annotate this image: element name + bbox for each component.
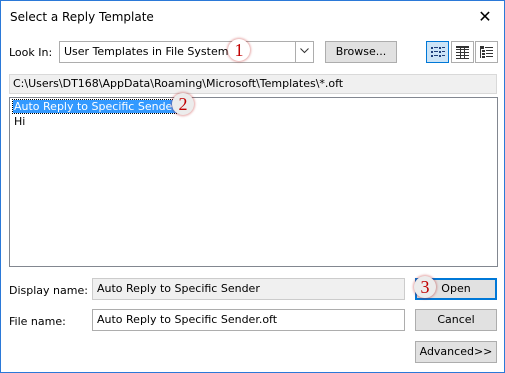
properties-view-icon[interactable] — [475, 41, 498, 63]
advanced-button[interactable]: Advanced>> — [415, 341, 497, 363]
cancel-button[interactable]: Cancel — [415, 309, 497, 331]
display-name-field: Auto Reply to Specific Sender — [92, 278, 405, 300]
folder-path-bar: C:\Users\DT168\AppData\Roaming\Microsoft… — [9, 74, 497, 94]
close-icon[interactable]: ✕ — [471, 5, 499, 29]
folder-path-text: C:\Users\DT168\AppData\Roaming\Microsoft… — [13, 77, 344, 90]
template-file-list[interactable]: Auto Reply to Specific Sender Hi — [9, 97, 498, 267]
list-item[interactable]: Auto Reply to Specific Sender — [12, 99, 179, 114]
look-in-label: Look In: — [9, 46, 53, 59]
list-item[interactable]: Hi — [13, 115, 26, 128]
callout-badge-1: 1 — [228, 39, 250, 61]
details-view-icon[interactable] — [451, 41, 474, 63]
title-bar: Select a Reply Template ✕ — [1, 1, 504, 33]
file-name-field[interactable] — [92, 309, 405, 331]
file-name-input[interactable] — [93, 310, 402, 328]
dialog-window: Select a Reply Template ✕ Look In: User … — [0, 0, 505, 373]
look-in-value: User Templates in File System — [64, 45, 229, 58]
callout-badge-3: 3 — [414, 276, 436, 298]
chevron-down-icon[interactable] — [295, 42, 313, 62]
dialog-title: Select a Reply Template — [10, 10, 154, 24]
file-name-label: File name: — [9, 315, 66, 328]
display-name-value: Auto Reply to Specific Sender — [97, 282, 260, 295]
callout-badge-2: 2 — [172, 93, 194, 115]
browse-button[interactable]: Browse... — [325, 41, 397, 63]
list-view-icon[interactable] — [426, 41, 449, 63]
look-in-dropdown[interactable]: User Templates in File System — [59, 41, 314, 63]
display-name-label: Display name: — [9, 284, 88, 297]
